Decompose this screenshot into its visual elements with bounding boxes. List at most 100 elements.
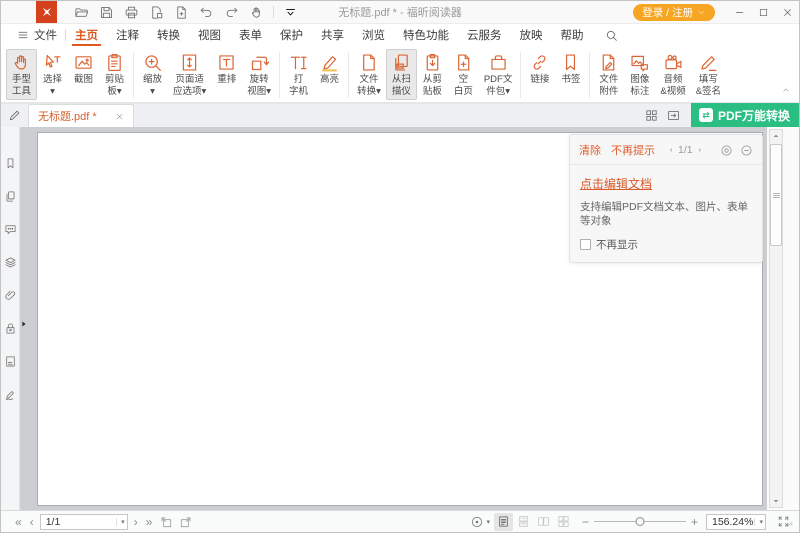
login-button[interactable]: 登录 / 注册 — [633, 4, 715, 21]
hand-dropdown-button[interactable] — [244, 1, 269, 24]
maximize-button[interactable] — [751, 1, 775, 24]
sidebar-panel-comments[interactable] — [1, 213, 19, 246]
menu-tab-comment[interactable]: 注释 — [107, 24, 148, 46]
save-button[interactable] — [94, 1, 119, 24]
ribbon-from-scanner-button[interactable]: 从扫 描仪 — [386, 49, 417, 100]
next-view-button[interactable] — [176, 512, 196, 532]
app-logo[interactable] — [36, 1, 57, 23]
ribbon-pdf-portfolio-button[interactable]: PDF文 件包▾ — [479, 49, 518, 100]
resize-grip-icon[interactable] — [788, 521, 798, 531]
ribbon-zoom-button[interactable]: 缩放 ▾ — [137, 49, 168, 100]
page-number-combobox[interactable]: 1/1 ▾ — [40, 514, 128, 530]
sidebar-panel-bookmarks[interactable] — [1, 147, 19, 180]
ribbon-rotate-view-button[interactable]: 旋转 视图▾ — [242, 49, 276, 100]
previous-view-icon — [159, 515, 173, 529]
ribbon-reflow-button[interactable]: 重排 — [211, 49, 242, 88]
sidebar-panel-digital-signatures[interactable] — [1, 345, 19, 378]
tab-grid-button[interactable] — [641, 103, 663, 127]
view-mode-single-page-button[interactable] — [494, 513, 513, 531]
save-as-button[interactable] — [144, 1, 169, 24]
ribbon-clipboard-button[interactable]: 剪贴 板▾ — [99, 49, 130, 100]
new-document-button[interactable] — [169, 1, 194, 24]
menu-tab-view[interactable]: 视图 — [189, 24, 230, 46]
previous-view-button[interactable] — [156, 512, 176, 532]
ribbon-file-attachment-button[interactable]: 文件 附件 — [593, 49, 624, 100]
tab-close-button[interactable] — [115, 112, 124, 121]
quick-edit-button[interactable] — [1, 103, 28, 127]
sidebar-panel-attachments[interactable] — [1, 279, 19, 312]
sidebar-panel-layers[interactable] — [1, 246, 19, 279]
customize-toolbar-button[interactable] — [278, 1, 303, 24]
ribbon-hand-tool-button[interactable]: 手型 工具 — [6, 49, 37, 100]
menu-tab-slideshow[interactable]: 放映 — [511, 24, 552, 46]
previous-page-button[interactable]: ‹ — [26, 516, 38, 528]
ribbon-fill-sign-button[interactable]: 填写 &签名 — [691, 49, 726, 100]
zoom-level-combobox[interactable]: 156.24% ▾ — [706, 514, 766, 530]
ribbon-page-fit-button[interactable]: 页面适 应选项▾ — [168, 49, 211, 100]
view-mode-continuous-button[interactable] — [514, 513, 533, 531]
menu-tab-form[interactable]: 表单 — [230, 24, 271, 46]
scrollbar-thumb[interactable] — [770, 144, 782, 246]
print-button[interactable] — [119, 1, 144, 24]
menu-tab-share[interactable]: 共享 — [312, 24, 353, 46]
ribbon-audio-video-button[interactable]: 音频 &视频 — [655, 49, 690, 100]
zoom-out-button[interactable]: − — [579, 516, 592, 528]
file-menu-button[interactable]: 文件 — [9, 24, 65, 46]
view-facing-icon — [537, 515, 550, 528]
minimize-button[interactable] — [727, 1, 751, 24]
menu-tab-home[interactable]: 主页 — [66, 24, 107, 46]
ribbon-typewriter-button[interactable]: 打 字机 — [283, 49, 314, 100]
first-page-button[interactable]: « — [11, 516, 26, 528]
clear-button[interactable]: 清除 — [579, 142, 601, 158]
pdf-convert-button[interactable]: ⇄ PDF万能转换 — [691, 103, 799, 127]
tab-switch-button[interactable] — [663, 103, 685, 127]
sidebar-panel-pages[interactable] — [1, 180, 19, 213]
zoom-slider[interactable] — [594, 515, 686, 529]
vertical-scrollbar[interactable] — [769, 129, 783, 508]
hint-settings-icon[interactable] — [720, 144, 733, 157]
hint-collapse-icon[interactable] — [740, 144, 753, 157]
document-tab[interactable]: 无标题.pdf * — [28, 104, 134, 127]
ribbon-from-clipboard-button[interactable]: 从剪 贴板 — [417, 49, 448, 100]
panel-expand-handle[interactable] — [20, 317, 28, 335]
document-area: 清除 不再提示 1/1 点击编辑文档 支持编辑PDF文档文本、图片、表单等对象 — [20, 127, 767, 510]
edit-pencil-icon — [8, 108, 22, 122]
page-display-mode-button[interactable]: ▾ — [470, 515, 490, 529]
ribbon-image-annotation-button[interactable]: 图像 标注 — [624, 49, 655, 100]
scroll-down-button[interactable] — [770, 495, 782, 507]
menu-tab-features[interactable]: 特色功能 — [394, 24, 458, 46]
scroll-up-button[interactable] — [770, 130, 782, 142]
close-button[interactable] — [775, 1, 799, 24]
menu-tab-convert[interactable]: 转换 — [148, 24, 189, 46]
ribbon-blank-page-button[interactable]: 空 白页 — [448, 49, 479, 100]
menu-tab-cloud[interactable]: 云服务 — [458, 24, 511, 46]
next-page-button[interactable]: › — [130, 516, 142, 528]
search-button[interactable] — [601, 24, 622, 46]
view-mode-facing-continuous-button[interactable] — [554, 513, 573, 531]
ribbon-highlight-button[interactable]: 高亮 — [314, 49, 345, 88]
ribbon-file-convert-button[interactable]: 文件 转换▾ — [352, 49, 386, 100]
pager-prev-icon[interactable] — [667, 146, 675, 154]
menu-tab-browse[interactable]: 浏览 — [353, 24, 394, 46]
edit-document-link[interactable]: 点击编辑文档 — [580, 175, 652, 192]
sidebar-panel-security[interactable] — [1, 312, 19, 345]
ribbon-select-button[interactable]: 选择 ▾ — [37, 49, 68, 100]
ribbon-bookmark-button[interactable]: 书签 — [555, 49, 586, 88]
last-page-button[interactable]: » — [142, 516, 157, 528]
dont-remind-button[interactable]: 不再提示 — [611, 142, 655, 158]
snapshot-icon — [73, 52, 94, 73]
dont-show-checkbox[interactable] — [580, 239, 591, 250]
menu-tab-help[interactable]: 帮助 — [552, 24, 593, 46]
collapse-ribbon-button[interactable] — [781, 82, 791, 100]
open-folder-button[interactable] — [69, 1, 94, 24]
undo-button[interactable] — [194, 1, 219, 24]
sidebar-panel-sign[interactable] — [1, 378, 19, 411]
view-mode-facing-button[interactable] — [534, 513, 553, 531]
ribbon-link-button[interactable]: 链接 — [524, 49, 555, 88]
zoom-in-button[interactable]: + — [688, 516, 701, 528]
zoom-slider-thumb[interactable] — [635, 517, 644, 526]
pager-next-icon[interactable] — [696, 146, 704, 154]
menu-tab-protect[interactable]: 保护 — [271, 24, 312, 46]
redo-button[interactable] — [219, 1, 244, 24]
ribbon-snapshot-button[interactable]: 截图 — [68, 49, 99, 88]
